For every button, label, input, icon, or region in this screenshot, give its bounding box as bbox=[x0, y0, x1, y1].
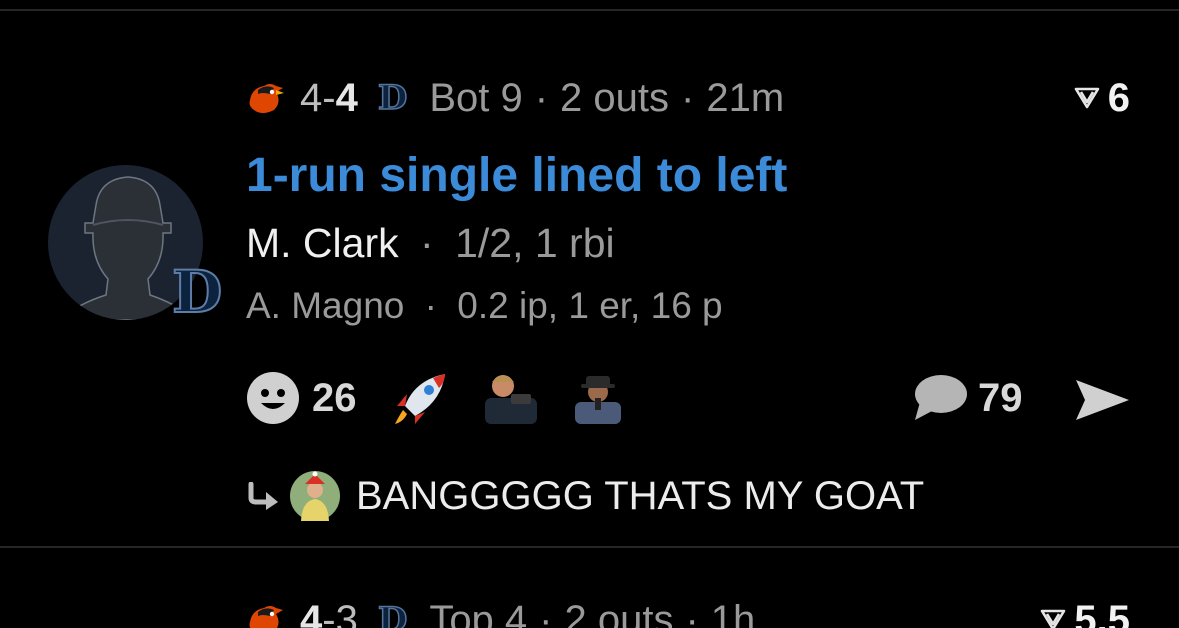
pitcher-name[interactable]: A. Magno bbox=[246, 285, 404, 326]
orioles-logo-icon bbox=[249, 606, 283, 628]
meta-separator-2: · bbox=[681, 75, 695, 120]
game-score: 4-4 bbox=[300, 76, 358, 121]
outs-label: 2 outs bbox=[560, 75, 670, 120]
player-avatar[interactable]: D bbox=[48, 165, 223, 326]
team-logo-d: D bbox=[171, 258, 223, 326]
dicaprio-phone-emoji-icon[interactable] bbox=[481, 372, 539, 424]
pitcher-stats: 0.2 ip, 1 er, 16 p bbox=[457, 285, 723, 326]
orioles-logo-icon bbox=[249, 84, 284, 113]
next-age-label: 1h bbox=[710, 597, 756, 628]
reply-user-avatar[interactable] bbox=[290, 471, 340, 521]
reply-text: BANGGGGG THATS MY GOAT bbox=[356, 473, 925, 518]
next-score-dash: - bbox=[322, 597, 336, 628]
next-game-meta: 4-3 D Top 4 · 2 outs · 1h bbox=[246, 596, 755, 628]
rating-icon bbox=[1041, 609, 1066, 628]
next-outs-label: 2 outs bbox=[564, 597, 674, 628]
pitcher-line: A. Magno · 0.2 ip, 1 er, 16 p bbox=[246, 285, 723, 327]
tigers-logo-icon: D bbox=[377, 599, 408, 628]
play-card[interactable]: D 4-4 D Bot 9 · 2 outs · 21m 6 1-run sin… bbox=[0, 12, 1179, 546]
play-rating[interactable]: 6 bbox=[1074, 74, 1130, 122]
rating-value: 6 bbox=[1107, 75, 1130, 120]
rating-icon bbox=[1074, 87, 1100, 109]
meta-separator-1: · bbox=[534, 75, 549, 120]
next-play-card[interactable]: 4-3 D Top 4 · 2 outs · 1h 5.5 bbox=[0, 548, 1179, 628]
next-home-score: 3 bbox=[335, 597, 358, 628]
batter-stats: 1/2, 1 rbi bbox=[455, 220, 615, 266]
reply-arrow-icon bbox=[248, 482, 278, 510]
top-divider bbox=[0, 9, 1179, 11]
share-icon[interactable] bbox=[1073, 377, 1131, 423]
reaction-count: 26 bbox=[312, 375, 357, 420]
game-meta: 4-4 D Bot 9 · 2 outs · 21m bbox=[246, 74, 784, 122]
hat-guy-emoji-icon[interactable] bbox=[569, 372, 627, 424]
tigers-logo-icon: D bbox=[377, 77, 408, 119]
next-separator-2: · bbox=[685, 597, 699, 628]
next-inning-label: Top 4 bbox=[429, 597, 528, 628]
comment-bubble-icon bbox=[915, 375, 967, 420]
age-label: 21m bbox=[706, 75, 785, 120]
batter-name[interactable]: M. Clark bbox=[246, 220, 399, 266]
batter-line: M. Clark · 1/2, 1 rbi bbox=[246, 220, 615, 267]
next-separator-1: · bbox=[539, 597, 553, 628]
inning-label: Bot 9 bbox=[429, 75, 523, 120]
next-away-score: 4 bbox=[300, 597, 323, 628]
comment-count: 79 bbox=[978, 375, 1023, 420]
pitcher-separator: · bbox=[424, 285, 437, 326]
batter-separator: · bbox=[420, 220, 434, 266]
next-play-rating[interactable]: 5.5 bbox=[1040, 596, 1130, 628]
rocket-emoji-icon[interactable] bbox=[393, 372, 451, 424]
add-reaction-icon[interactable] bbox=[246, 371, 300, 425]
away-score: 4 bbox=[300, 75, 323, 120]
home-score: 4 bbox=[335, 75, 358, 120]
play-headline[interactable]: 1-run single lined to left bbox=[246, 148, 787, 203]
next-rating-value: 5.5 bbox=[1074, 597, 1130, 628]
next-game-score: 4-3 bbox=[300, 598, 358, 628]
score-dash: - bbox=[322, 75, 336, 120]
top-reply[interactable]: BANGGGGG THATS MY GOAT bbox=[246, 470, 924, 522]
comments-button[interactable]: 79 bbox=[912, 374, 1023, 422]
